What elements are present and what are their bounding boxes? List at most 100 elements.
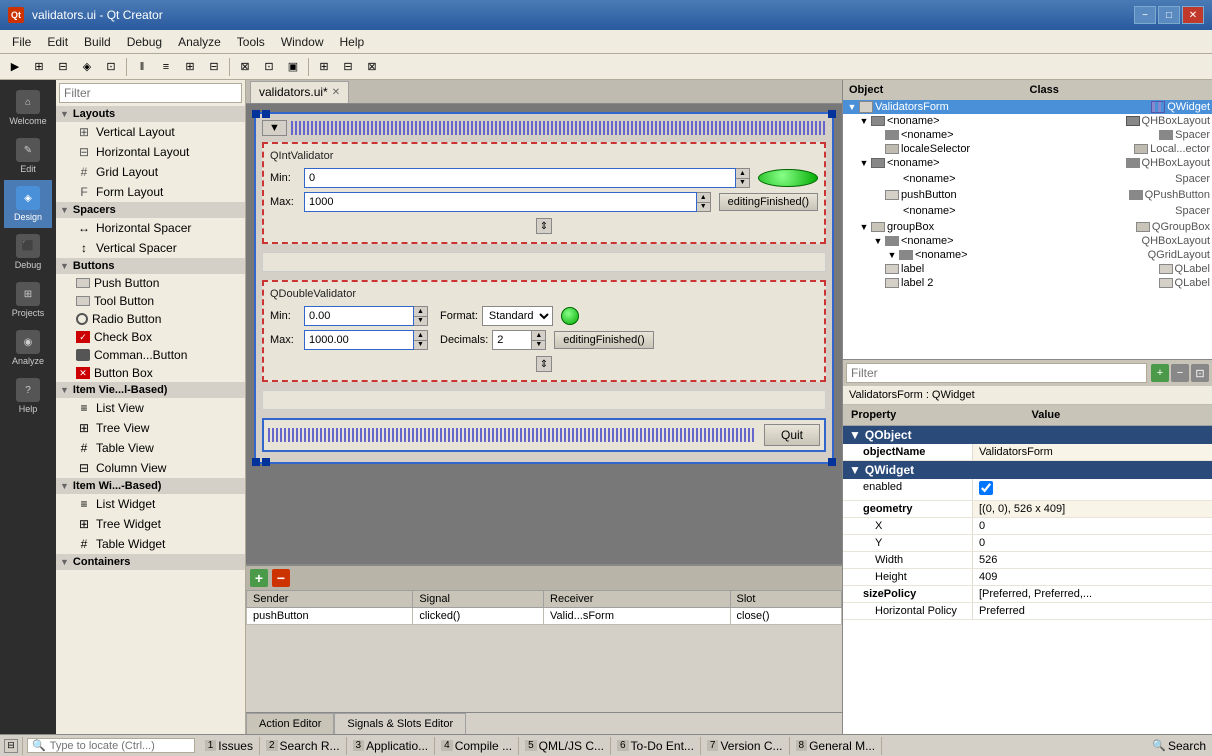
obj-validators-form[interactable]: ▼ ValidatorsForm QWidget bbox=[843, 100, 1212, 114]
section-containers[interactable]: Containers bbox=[56, 554, 245, 570]
toolbar-btn-12[interactable]: ▣ bbox=[282, 56, 304, 78]
mode-debug[interactable]: ⬛ Debug bbox=[4, 228, 52, 276]
dbl-max-input[interactable] bbox=[304, 330, 414, 350]
menu-build[interactable]: Build bbox=[76, 33, 119, 51]
toolbar-btn-2[interactable]: ⊞ bbox=[28, 56, 50, 78]
int-min-spin-up[interactable]: ▲ bbox=[736, 169, 749, 179]
expand-noname-4[interactable]: ▼ bbox=[885, 250, 899, 260]
toolbar-btn-1[interactable]: ▶ bbox=[4, 56, 26, 78]
section-spacers[interactable]: Spacers bbox=[56, 202, 245, 218]
obj-spacer-1[interactable]: <noname> Spacer bbox=[843, 128, 1212, 142]
property-filter-input[interactable] bbox=[846, 363, 1147, 383]
dbl-format-select[interactable]: Standard bbox=[482, 306, 553, 326]
mode-edit[interactable]: ✎ Edit bbox=[4, 132, 52, 180]
status-item-todo[interactable]: 6 To-Do Ent... bbox=[611, 737, 701, 755]
toolbar-btn-3[interactable]: ⊟ bbox=[52, 56, 74, 78]
menu-edit[interactable]: Edit bbox=[39, 33, 76, 51]
toolbar-btn-13[interactable]: ⊞ bbox=[313, 56, 335, 78]
obj-label-2[interactable]: label 2 QLabel bbox=[843, 276, 1212, 290]
widget-list-widget[interactable]: ≡ List Widget bbox=[56, 494, 245, 514]
dbl-min-spin-up[interactable]: ▲ bbox=[414, 307, 427, 317]
widget-list-view[interactable]: ≡ List View bbox=[56, 398, 245, 418]
int-min-spin-down[interactable]: ▼ bbox=[736, 179, 749, 188]
int-min-input[interactable]: 0 bbox=[304, 168, 736, 188]
tab-action-editor[interactable]: Action Editor bbox=[246, 713, 334, 734]
widget-horizontal-spacer[interactable]: ↔ Horizontal Spacer bbox=[56, 218, 245, 238]
widget-table-view[interactable]: # Table View bbox=[56, 438, 245, 458]
status-toggle-icon[interactable]: ⊟ bbox=[4, 739, 18, 753]
dbl-decimals-input[interactable] bbox=[492, 330, 532, 350]
toolbar-btn-9[interactable]: ⊟ bbox=[203, 56, 225, 78]
menu-tools[interactable]: Tools bbox=[229, 33, 273, 51]
expand-noname-2[interactable]: ▼ bbox=[857, 158, 871, 168]
expand-noname-1[interactable]: ▼ bbox=[857, 116, 871, 126]
obj-noname-3[interactable]: ▼ <noname> QHBoxLayout bbox=[843, 234, 1212, 248]
mode-design[interactable]: ◈ Design bbox=[4, 180, 52, 228]
int-max-spin-up[interactable]: ▲ bbox=[697, 193, 710, 203]
top-bar-dropdown[interactable]: ▼ bbox=[262, 120, 287, 136]
maximize-button[interactable]: □ bbox=[1158, 6, 1180, 24]
status-item-application[interactable]: 3 Applicatio... bbox=[347, 737, 436, 755]
section-buttons[interactable]: Buttons bbox=[56, 258, 245, 274]
mode-help[interactable]: ? Help bbox=[4, 372, 52, 420]
obj-spacer-3[interactable]: <noname> Spacer bbox=[843, 202, 1212, 220]
section-item-widgets[interactable]: Item Wi...-Based) bbox=[56, 478, 245, 494]
widget-check-box[interactable]: ✓ Check Box bbox=[56, 328, 245, 346]
widget-tree-view[interactable]: ⊞ Tree View bbox=[56, 418, 245, 438]
expand-noname-3[interactable]: ▼ bbox=[871, 236, 885, 246]
status-item-qml[interactable]: 5 QML/JS C... bbox=[519, 737, 611, 755]
dbl-decimals-spin-up[interactable]: ▲ bbox=[532, 331, 545, 341]
minimize-button[interactable]: − bbox=[1134, 6, 1156, 24]
menu-window[interactable]: Window bbox=[273, 33, 332, 51]
quit-button[interactable]: Quit bbox=[764, 424, 820, 446]
obj-spacer-2[interactable]: <noname> Spacer bbox=[843, 170, 1212, 188]
canvas-tab-close-icon[interactable]: ✕ bbox=[332, 87, 340, 98]
close-button[interactable]: ✕ bbox=[1182, 6, 1204, 24]
prop-value-geometry[interactable]: [(0, 0), 526 x 409] bbox=[973, 501, 1212, 517]
section-qwidget[interactable]: ▼ QWidget bbox=[843, 461, 1212, 479]
expand-group-box[interactable]: ▼ bbox=[857, 222, 871, 232]
obj-noname-2[interactable]: ▼ <noname> QHBoxLayout bbox=[843, 156, 1212, 170]
status-item-version[interactable]: 7 Version C... bbox=[701, 737, 790, 755]
toolbar-btn-11[interactable]: ⊡ bbox=[258, 56, 280, 78]
int-signal-button[interactable]: editingFinished() bbox=[719, 193, 818, 211]
widget-command-button[interactable]: Comman...Button bbox=[56, 346, 245, 364]
obj-locale-selector[interactable]: localeSelector Local...ector bbox=[843, 142, 1212, 156]
widget-filter-input[interactable] bbox=[59, 83, 242, 103]
widget-form-layout[interactable]: F Form Layout bbox=[56, 182, 245, 202]
section-qobject[interactable]: ▼ QObject bbox=[843, 426, 1212, 444]
menu-file[interactable]: File bbox=[4, 33, 39, 51]
tab-signals-slots[interactable]: Signals & Slots Editor bbox=[334, 713, 466, 734]
status-item-search[interactable]: 2 Search R... bbox=[260, 737, 347, 755]
toolbar-btn-14[interactable]: ⊟ bbox=[337, 56, 359, 78]
widget-horizontal-layout[interactable]: ⊟ Horizontal Layout bbox=[56, 142, 245, 162]
toolbar-btn-5[interactable]: ⊡ bbox=[100, 56, 122, 78]
toolbar-btn-10[interactable]: ⊠ bbox=[234, 56, 256, 78]
form-widget[interactable]: ▼ QIntValidator Min: 0 ▲ ▼ bbox=[254, 112, 834, 464]
toolbar-btn-4[interactable]: ◈ bbox=[76, 56, 98, 78]
widget-button-box[interactable]: ✕ Button Box bbox=[56, 364, 245, 382]
toolbar-btn-7[interactable]: ≡ bbox=[155, 56, 177, 78]
property-remove-button[interactable]: − bbox=[1171, 364, 1189, 382]
dbl-min-spin-down[interactable]: ▼ bbox=[414, 317, 427, 326]
obj-push-button[interactable]: pushButton QPushButton bbox=[843, 188, 1212, 202]
section-layouts[interactable]: Layouts bbox=[56, 106, 245, 122]
menu-debug[interactable]: Debug bbox=[119, 33, 170, 51]
widget-grid-layout[interactable]: # Grid Layout bbox=[56, 162, 245, 182]
widget-tree-widget[interactable]: ⊞ Tree Widget bbox=[56, 514, 245, 534]
dbl-decimals-spin-down[interactable]: ▼ bbox=[532, 341, 545, 350]
int-max-spin-down[interactable]: ▼ bbox=[697, 203, 710, 212]
prop-value-objectname[interactable]: ValidatorsForm bbox=[973, 444, 1212, 460]
widget-table-widget[interactable]: # Table Widget bbox=[56, 534, 245, 554]
menu-help[interactable]: Help bbox=[332, 33, 373, 51]
property-add-button[interactable]: + bbox=[1151, 364, 1169, 382]
widget-column-view[interactable]: ⊟ Column View bbox=[56, 458, 245, 478]
signals-add-button[interactable]: + bbox=[250, 569, 268, 587]
menu-analyze[interactable]: Analyze bbox=[170, 33, 229, 51]
widget-vertical-spacer[interactable]: ↕ Vertical Spacer bbox=[56, 238, 245, 258]
enabled-checkbox[interactable] bbox=[979, 481, 993, 495]
widget-tool-button[interactable]: Tool Button bbox=[56, 292, 245, 310]
status-search-input[interactable] bbox=[50, 740, 190, 752]
dbl-min-input[interactable] bbox=[304, 306, 414, 326]
property-filter-button[interactable]: ⊡ bbox=[1191, 364, 1209, 382]
